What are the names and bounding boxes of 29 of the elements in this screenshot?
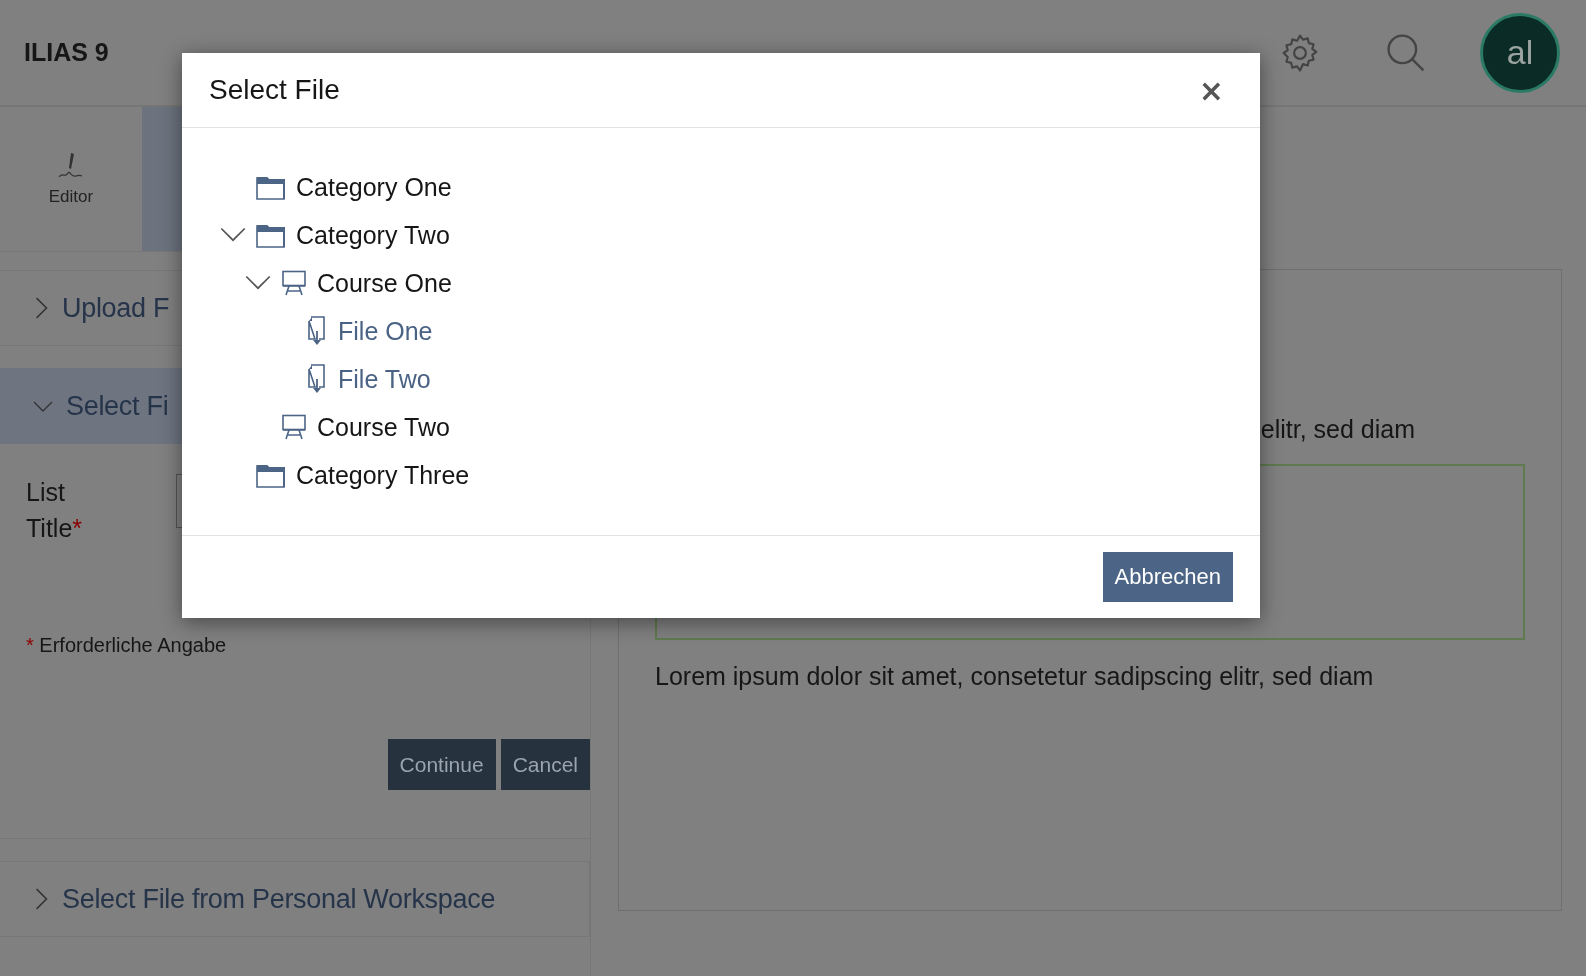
tree-item[interactable]: Category One [296,172,452,202]
chevron-down-icon[interactable] [245,275,271,291]
user-avatar[interactable]: al [1480,12,1560,93]
accordion-header[interactable]: Select File from Personal Workspace [0,861,590,937]
editor-tab[interactable]: Editor [0,107,142,251]
tree-item[interactable]: Course One [317,268,452,298]
tree-item[interactable]: Category Three [296,460,470,490]
file-download-icon [306,364,328,394]
continue-button[interactable]: Continue [387,739,496,790]
easel-icon [281,270,307,296]
easel-icon [281,414,307,440]
required-note: * Erforderliche Angabe [26,634,228,657]
file-link[interactable]: File Two [338,364,431,394]
tree-item[interactable]: Course Two [317,412,450,442]
cancel-button[interactable]: Cancel [500,739,590,790]
close-button[interactable]: × [1194,72,1228,108]
paragraph: elitr, sed diam [1260,415,1415,444]
cancel-button[interactable]: Abbrechen [1102,552,1233,602]
file-download-icon [306,316,328,346]
dialog-title: Select File [209,74,340,106]
app-title: ILIAS 9 [24,38,109,67]
file-link[interactable]: File One [338,316,433,346]
field-label: List Title* [26,477,84,544]
folder-icon [256,222,286,248]
tree-item[interactable]: Category Two [296,220,450,250]
folder-icon [256,462,286,488]
chevron-down-icon[interactable] [220,227,246,243]
folder-icon [256,174,286,200]
paragraph: Lorem ipsum dolor sit amet, consetetur sadipscing elitr, sed diam [655,662,1375,691]
